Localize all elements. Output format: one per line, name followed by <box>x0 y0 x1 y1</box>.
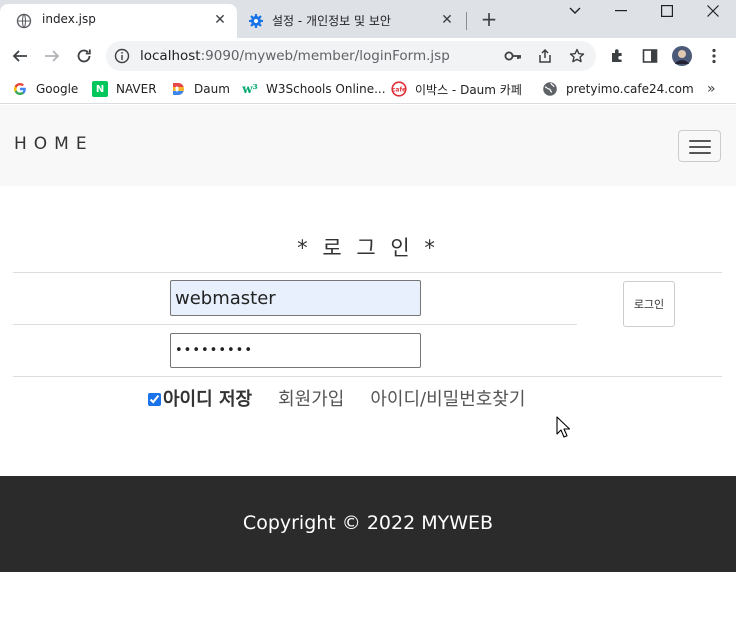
login-button[interactable]: 로그인 <box>623 281 675 327</box>
password-input[interactable] <box>170 333 421 368</box>
login-section: * 로 그 인 * 로그인 아이디 저장 회원가입 아이디/비밀번호찾기 <box>0 186 736 476</box>
remember-id-label[interactable]: 아이디 저장 <box>163 385 252 411</box>
tab-separator <box>466 12 467 30</box>
copyright-text: Copyright © 2022 MYWEB <box>242 512 494 534</box>
more-bookmarks-chevron-icon[interactable]: » <box>707 79 716 99</box>
join-link[interactable]: 회원가입 <box>278 385 344 411</box>
url-host: localhost <box>140 48 201 64</box>
navbar-toggle-hamburger-icon[interactable] <box>678 130 721 162</box>
tab-title: 설정 - 개인정보 및 보안 <box>272 14 391 28</box>
tab-index-jsp[interactable]: index.jsp ✕ <box>0 4 237 38</box>
tab-settings[interactable]: 설정 - 개인정보 및 보안 ✕ <box>238 4 464 38</box>
tab-title: index.jsp <box>42 12 96 26</box>
table-divider <box>13 376 722 377</box>
bookmark-label: Google <box>36 82 79 96</box>
bookmark-star-icon[interactable] <box>568 47 586 65</box>
site-navbar: HOME <box>0 105 736 186</box>
google-icon <box>12 81 28 97</box>
tab-strip: index.jsp ✕ 설정 - 개인정보 및 보안 ✕ + <box>0 0 736 38</box>
user-id-input[interactable] <box>170 280 421 316</box>
find-id-password-link[interactable]: 아이디/비밀번호찾기 <box>370 385 525 411</box>
bookmark-label: NAVER <box>116 82 157 96</box>
bookmark-label: 이박스 - Daum 카페 <box>415 82 522 97</box>
daum-icon <box>170 81 186 97</box>
bookmark-daum[interactable]: Daum <box>170 79 230 99</box>
share-icon[interactable] <box>536 47 554 65</box>
globe-icon <box>542 81 558 97</box>
bookmark-daum-cafe[interactable]: cafe 이박스 - Daum 카페 <box>391 79 522 99</box>
site-info-icon[interactable] <box>114 48 130 64</box>
globe-icon <box>16 13 32 29</box>
table-divider <box>13 272 722 273</box>
key-icon[interactable] <box>504 47 522 65</box>
url-text: localhost:9090/myweb/member/loginForm.js… <box>140 48 450 64</box>
bookmark-pretyimo[interactable]: pretyimo.cafe24.com <box>542 79 694 99</box>
forward-arrow-icon[interactable] <box>40 44 64 68</box>
remember-id-checkbox[interactable] <box>148 392 161 406</box>
bookmark-label: Daum <box>194 82 230 96</box>
extensions-puzzle-icon[interactable] <box>608 46 628 66</box>
url-path: :9090/myweb/member/loginForm.jsp <box>200 48 450 64</box>
table-divider <box>13 324 577 325</box>
tab-search-chevron-icon[interactable] <box>552 0 598 22</box>
site-footer: Copyright © 2022 MYWEB <box>0 476 736 572</box>
maximize-icon[interactable] <box>644 0 690 22</box>
naver-icon: N <box>92 81 108 97</box>
menu-kebab-icon[interactable] <box>704 46 724 66</box>
login-options: 아이디 저장 회원가입 아이디/비밀번호찾기 <box>148 386 525 410</box>
new-tab-plus-icon[interactable]: + <box>478 8 500 30</box>
daum-cafe-icon: cafe <box>391 81 407 97</box>
profile-avatar[interactable] <box>672 46 692 66</box>
reload-icon[interactable] <box>72 44 96 68</box>
bookmark-w3schools[interactable]: w³ W3Schools Online... <box>242 79 386 99</box>
minimize-icon[interactable] <box>598 0 644 22</box>
gear-icon <box>248 13 264 29</box>
w3schools-icon: w³ <box>242 82 258 96</box>
address-bar[interactable]: localhost:9090/myweb/member/loginForm.js… <box>106 41 596 71</box>
bookmark-google[interactable]: Google <box>12 79 78 99</box>
close-tab-icon[interactable]: ✕ <box>211 11 229 29</box>
home-brand-link[interactable]: HOME <box>14 134 94 154</box>
login-heading: * 로 그 인 * <box>297 236 439 260</box>
back-arrow-icon[interactable] <box>8 44 32 68</box>
close-window-icon[interactable] <box>690 0 736 22</box>
browser-toolbar: localhost:9090/myweb/member/loginForm.js… <box>0 38 736 74</box>
close-tab-icon[interactable]: ✕ <box>438 11 456 29</box>
bookmark-label: pretyimo.cafe24.com <box>566 82 694 96</box>
bookmark-naver[interactable]: N NAVER <box>92 79 157 99</box>
mouse-cursor-icon <box>556 416 571 438</box>
svg-text:cafe: cafe <box>392 87 406 94</box>
bookmark-label: W3Schools Online... <box>266 82 386 96</box>
side-panel-icon[interactable] <box>640 46 660 66</box>
bookmarks-bar: Google N NAVER Daum w³ W3Schools Online.… <box>0 74 736 104</box>
